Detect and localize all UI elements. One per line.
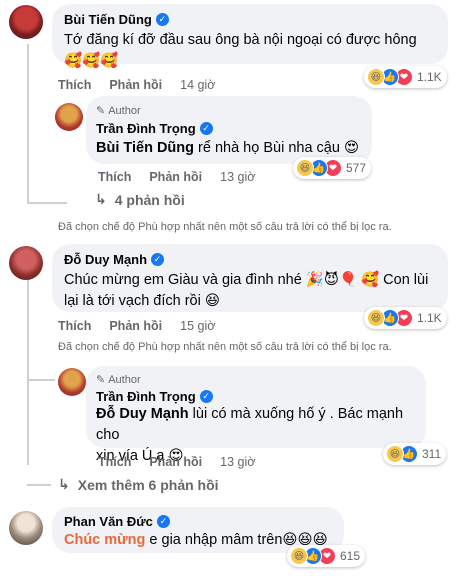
reaction-count: 1.1K [417, 311, 442, 325]
reaction-summary[interactable]: 😆 👍 ❤ 1.1K [364, 66, 447, 88]
avatar[interactable] [9, 5, 43, 39]
haha-icon: 😆 [296, 159, 314, 177]
comment-bubble: Bùi Tiến Dũng ✓ Tớ đăng kí đỡ đầu sau ôn… [52, 4, 448, 69]
comment-author[interactable]: Bùi Tiến Dũng ✓ [64, 12, 169, 27]
author-badge: ✎ Author [96, 104, 141, 118]
reply-actions: Thích Phản hồi 13 giờ [98, 455, 255, 469]
verified-icon: ✓ [151, 253, 165, 266]
reply-button[interactable]: Phản hồi [109, 78, 162, 92]
thread-line [27, 379, 55, 381]
reaction-count: 615 [340, 549, 361, 563]
author-name[interactable]: Bùi Tiến Dũng [64, 12, 152, 27]
reply-arrow-icon: ↳ [95, 191, 107, 207]
highlight-tag[interactable]: Chúc mừng [64, 532, 145, 548]
timestamp[interactable]: 13 giờ [220, 455, 255, 469]
filter-note: Đã chọn chế độ Phù hợp nhất nên một số c… [58, 341, 392, 353]
reaction-count: 1.1K [417, 70, 442, 84]
reply-bubble: ✎ Author Trần Đình Trọng ✓ Bùi Tiến Dũng… [86, 96, 372, 164]
view-more-label[interactable]: 4 phản hồi [115, 192, 185, 208]
thread-line [27, 202, 67, 204]
badge-icon: ✎ [96, 374, 106, 386]
comment-author[interactable]: Đỗ Duy Mạnh ✓ [64, 252, 165, 267]
timestamp[interactable]: 13 giờ [220, 170, 255, 184]
like-button[interactable]: Thích [58, 319, 91, 333]
reaction-summary[interactable]: 😆 👍 311 [383, 443, 447, 465]
reply-button[interactable]: Phản hồi [149, 455, 202, 469]
comment-text-line: Chúc mừng em Giàu và gia đình nhé 🎉😈🎈 🥰 … [64, 272, 429, 288]
verified-icon: ✓ [199, 122, 213, 135]
author-name[interactable]: Trần Đình Trọng [96, 121, 196, 136]
haha-icon: 😆 [367, 68, 385, 86]
comment-emoji: 🥰🥰🥰 [64, 53, 119, 69]
verified-icon: ✓ [199, 390, 213, 403]
reply-author[interactable]: Trần Đình Trọng ✓ [96, 389, 213, 404]
comment-actions: Thích Phản hồi 15 giờ [58, 319, 215, 333]
reply-text: Bùi Tiến Dũng rể nhà họ Bùi nha cậu 😍 [96, 138, 359, 159]
verified-icon: ✓ [156, 515, 170, 528]
author-badge-label: Author [108, 104, 141, 117]
avatar[interactable] [58, 368, 86, 396]
author-name[interactable]: Phan Văn Đức [64, 514, 153, 529]
like-button[interactable]: Thích [98, 455, 131, 469]
reaction-summary[interactable]: 😆 👍 ❤ 1.1K [364, 307, 447, 329]
thread-line [27, 484, 51, 486]
badge-icon: ✎ [96, 105, 106, 117]
reaction-count: 311 [422, 447, 442, 461]
comment-bubble: Đỗ Duy Mạnh ✓ Chúc mừng em Giàu và gia đ… [52, 244, 448, 312]
reply-button[interactable]: Phản hồi [109, 319, 162, 333]
mention-tag[interactable]: Bùi Tiến Dũng [96, 140, 194, 156]
timestamp[interactable]: 14 giờ [180, 78, 215, 92]
comment-actions: Thích Phản hồi 14 giờ [58, 78, 215, 92]
reply-actions: Thích Phản hồi 13 giờ [98, 170, 255, 184]
verified-icon: ✓ [155, 13, 169, 26]
timestamp[interactable]: 15 giờ [180, 319, 215, 333]
avatar[interactable] [9, 246, 43, 280]
thread-line [27, 44, 29, 204]
reply-bubble: ✎ Author Trần Đình Trọng ✓ Đỗ Duy Mạnh l… [86, 366, 426, 464]
reply-arrow-icon: ↳ [58, 476, 70, 492]
haha-icon: 😆 [386, 445, 404, 463]
reaction-summary[interactable]: 😆 👍 ❤ 577 [293, 157, 372, 179]
filter-note: Đã chọn chế độ Phù hợp nhất nên một số c… [58, 221, 392, 233]
comment-text: Chúc mừng e gia nhập mâm trên😆😆😆 [64, 530, 328, 551]
author-name[interactable]: Đỗ Duy Mạnh [64, 252, 147, 267]
avatar[interactable] [9, 511, 43, 545]
author-badge: ✎ Author [96, 373, 141, 387]
reaction-summary[interactable]: 😆 👍 ❤ 615 [287, 545, 366, 567]
thread-line [27, 265, 29, 465]
view-more-replies[interactable]: ↳ Xem thêm 6 phản hồi [58, 476, 219, 493]
haha-icon: 😆 [367, 309, 385, 327]
reply-author[interactable]: Trần Đình Trọng ✓ [96, 121, 213, 136]
like-button[interactable]: Thích [98, 170, 131, 184]
comment-text: Chúc mừng em Giàu và gia đình nhé 🎉😈🎈 🥰 … [64, 270, 444, 312]
comment-author[interactable]: Phan Văn Đức ✓ [64, 514, 170, 529]
reply-button[interactable]: Phản hồi [149, 170, 202, 184]
mention-tag[interactable]: Đỗ Duy Mạnh [96, 406, 189, 422]
author-badge-label: Author [108, 373, 141, 386]
like-button[interactable]: Thích [58, 78, 91, 92]
reaction-count: 577 [346, 161, 367, 175]
comment-text-line: lại là tới vạch đích rồi 😆 [64, 293, 220, 309]
view-more-replies[interactable]: ↳ 4 phản hồi [95, 191, 185, 208]
avatar[interactable] [55, 103, 83, 131]
author-name[interactable]: Trần Đình Trọng [96, 389, 196, 404]
haha-icon: 😆 [290, 547, 308, 565]
reply-text-main: rể nhà họ Bùi nha cậu 😍 [194, 140, 360, 156]
view-more-label[interactable]: Xem thêm 6 phản hồi [78, 477, 219, 493]
comment-text-main: Tớ đăng kí đỡ đầu sau ông bà nội ngoại c… [64, 32, 417, 48]
